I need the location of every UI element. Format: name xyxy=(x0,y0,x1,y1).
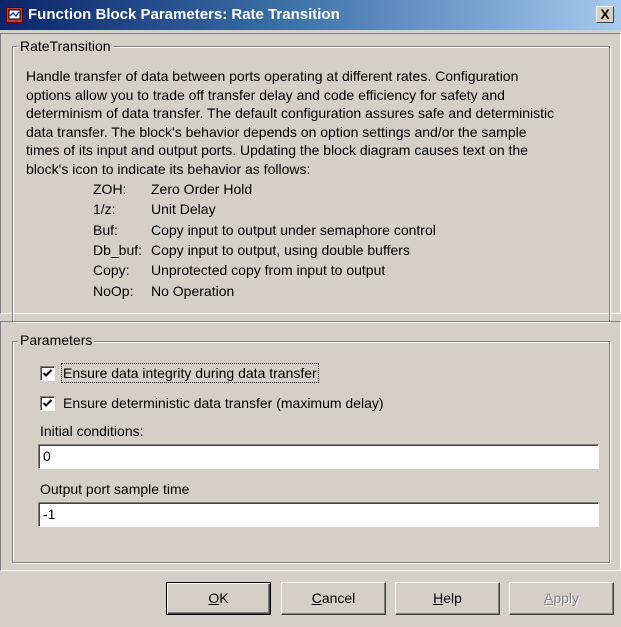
help-label-accel: H xyxy=(433,590,444,606)
code-row-unit-delay: 1/z: Unit Delay xyxy=(93,200,216,218)
code-row-buf: Buf: Copy input to output under semaphore… xyxy=(93,221,436,239)
rate-transition-legend: RateTransition xyxy=(18,38,113,54)
description-line: times of its input and output ports. Upd… xyxy=(26,142,528,158)
description-line: data transfer. The block's behavior depe… xyxy=(26,123,527,140)
close-icon: X xyxy=(600,6,610,22)
code-desc: No Operation xyxy=(151,283,235,299)
data-integrity-label[interactable]: Ensure data integrity during data transf… xyxy=(61,363,319,383)
simulink-block-icon xyxy=(6,7,23,23)
apply-label-accel: A xyxy=(543,590,554,606)
initial-conditions-input[interactable]: 0 xyxy=(38,444,599,469)
code-key: Buf: xyxy=(93,222,118,238)
description-line: Handle transfer of data between ports op… xyxy=(26,68,519,84)
ok-label-accel: O xyxy=(208,590,220,606)
code-key: NoOp: xyxy=(93,283,134,299)
code-desc: Copy input to output under semaphore con… xyxy=(151,222,436,238)
code-key: 1/z: xyxy=(93,201,116,217)
code-desc: Zero Order Hold xyxy=(151,181,253,197)
initial-conditions-label: Initial conditions: xyxy=(40,423,144,439)
code-row-noop: NoOp: No Operation xyxy=(93,282,234,300)
code-key: Db_buf: xyxy=(93,242,143,258)
data-integrity-checkbox[interactable] xyxy=(40,366,55,381)
description-line: options allow you to trade off transfer … xyxy=(26,86,505,103)
help-button[interactable]: Help xyxy=(395,582,500,615)
code-row-zoh: ZOH: Zero Order Hold xyxy=(93,180,252,198)
ok-label-suffix: K xyxy=(219,590,229,606)
cancel-label-accel: C xyxy=(311,590,322,606)
cancel-label-suffix: ancel xyxy=(321,590,356,606)
output-sample-time-label: Output port sample time xyxy=(40,481,190,497)
code-key: Copy: xyxy=(93,262,130,278)
checkmark-icon xyxy=(42,399,53,407)
window-title: Function Block Parameters: Rate Transiti… xyxy=(28,6,340,23)
code-row-copy: Copy: Unprotected copy from input to outp… xyxy=(93,261,385,279)
output-sample-time-input[interactable]: -1 xyxy=(38,502,599,527)
help-label-suffix: elp xyxy=(443,590,462,606)
description-line: determinism of data transfer. The defaul… xyxy=(26,105,555,121)
description-line: block's icon to indicate its behavior as… xyxy=(26,160,311,177)
ok-button[interactable]: OK xyxy=(166,582,271,615)
block-description: Handle transfer of data between ports op… xyxy=(26,67,601,178)
code-desc: Copy input to output, using double buffe… xyxy=(151,242,410,258)
deterministic-checkbox[interactable] xyxy=(40,396,55,411)
code-desc: Unprotected copy from input to output xyxy=(151,262,386,278)
code-row-db-buf: Db_buf: Copy input to output, using doubl… xyxy=(93,241,410,259)
apply-label-suffix: pply xyxy=(553,590,580,606)
title-bar[interactable]: Function Block Parameters: Rate Transiti… xyxy=(0,0,621,30)
code-desc: Unit Delay xyxy=(151,201,216,217)
parameters-legend: Parameters xyxy=(18,332,95,348)
close-button[interactable]: X xyxy=(596,6,614,23)
apply-button[interactable]: Apply xyxy=(509,582,614,615)
deterministic-label[interactable]: Ensure deterministic data transfer (maxi… xyxy=(63,395,384,411)
code-key: ZOH: xyxy=(93,181,127,197)
checkmark-icon xyxy=(42,369,53,377)
cancel-button[interactable]: Cancel xyxy=(281,582,386,615)
